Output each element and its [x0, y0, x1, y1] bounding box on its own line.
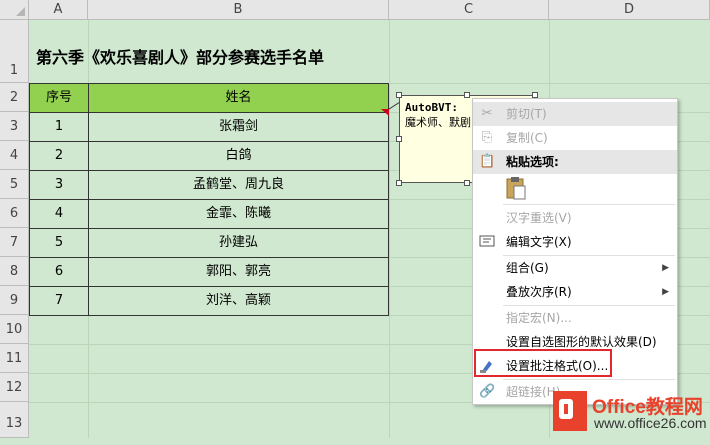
select-all-corner[interactable] [0, 0, 29, 20]
scissors-icon: ✂ [481, 106, 493, 121]
column-header-c[interactable]: C [389, 0, 549, 20]
hyperlink-icon: 🔗 [479, 384, 496, 399]
resize-handle[interactable] [396, 136, 402, 142]
paste-keep-format-button[interactable] [503, 175, 529, 201]
menu-item-order[interactable]: 叠放次序(R) ▶ [473, 280, 677, 304]
row-header-8[interactable]: 8 [0, 257, 29, 286]
row-header-2[interactable]: 2 [0, 83, 29, 112]
resize-handle[interactable] [396, 180, 402, 186]
sheet-title[interactable]: 第六季《欢乐喜剧人》部分参赛选手名单 [36, 44, 324, 68]
menu-item-copy[interactable]: ⎘ 复制(C) [473, 126, 677, 150]
edit-text-icon [479, 234, 495, 250]
table-cell-name[interactable]: 金霏、陈曦 [88, 199, 389, 229]
menu-item-assign-macro[interactable]: 指定宏(N)... [473, 306, 677, 330]
copy-icon: ⎘ [481, 130, 493, 145]
table-header-name[interactable]: 姓名 [88, 83, 389, 113]
table-cell-index[interactable]: 6 [29, 257, 89, 287]
menu-item-paste-options[interactable]: 📋 粘贴选项: [473, 150, 677, 174]
table-cell-name[interactable]: 孟鹤堂、周九良 [88, 170, 389, 200]
row-header-4[interactable]: 4 [0, 141, 29, 170]
table-cell-index[interactable]: 2 [29, 141, 89, 171]
row-header-11[interactable]: 11 [0, 344, 29, 373]
row-header-6[interactable]: 6 [0, 199, 29, 228]
table-cell-name[interactable]: 白鸽 [88, 141, 389, 171]
comment-indicator-icon [381, 109, 389, 116]
column-header-a[interactable]: A [29, 0, 88, 20]
row-header-13[interactable]: 13 [0, 402, 29, 438]
highlight-box [474, 349, 612, 377]
row-header-9[interactable]: 9 [0, 286, 29, 315]
menu-item-group[interactable]: 组合(G) ▶ [473, 256, 677, 280]
row-header-5[interactable]: 5 [0, 170, 29, 199]
table-cell-index[interactable]: 3 [29, 170, 89, 200]
row-header-1[interactable]: 1 [0, 20, 29, 83]
clipboard-icon [506, 177, 526, 200]
resize-handle[interactable] [396, 92, 402, 98]
table-cell-index[interactable]: 5 [29, 228, 89, 258]
menu-separator [503, 204, 675, 205]
table-cell-name[interactable]: 刘洋、高颖 [88, 286, 389, 316]
paste-icon: 📋 [479, 154, 496, 169]
menu-item-edit-text[interactable]: 编辑文字(X) [473, 230, 677, 254]
submenu-arrow-icon: ▶ [662, 287, 669, 297]
watermark-line2: www.office26.com [594, 415, 707, 431]
row-header-3[interactable]: 3 [0, 112, 29, 141]
table-cell-name[interactable]: 张霜剑 [88, 112, 389, 142]
table-cell-index[interactable]: 4 [29, 199, 89, 229]
submenu-arrow-icon: ▶ [662, 263, 669, 273]
table-cell-index[interactable]: 1 [29, 112, 89, 142]
column-header-b[interactable]: B [88, 0, 389, 20]
menu-item-cut[interactable]: ✂ 剪切(T) [473, 102, 677, 126]
resize-handle[interactable] [464, 92, 470, 98]
table-cell-name[interactable]: 郭阳、郭亮 [88, 257, 389, 287]
menu-item-reconvert[interactable]: 汉字重选(V) [473, 206, 677, 230]
table-header-index[interactable]: 序号 [29, 83, 89, 113]
table-cell-index[interactable]: 7 [29, 286, 89, 316]
office-logo-icon [553, 391, 587, 431]
row-header-12[interactable]: 12 [0, 373, 29, 402]
watermark-logo: Office教程网 www.office26.com [544, 388, 710, 438]
row-header-10[interactable]: 10 [0, 315, 29, 344]
column-header-d[interactable]: D [549, 0, 710, 20]
row-header-7[interactable]: 7 [0, 228, 29, 257]
table-cell-name[interactable]: 孙建弘 [88, 228, 389, 258]
resize-handle[interactable] [464, 180, 470, 186]
